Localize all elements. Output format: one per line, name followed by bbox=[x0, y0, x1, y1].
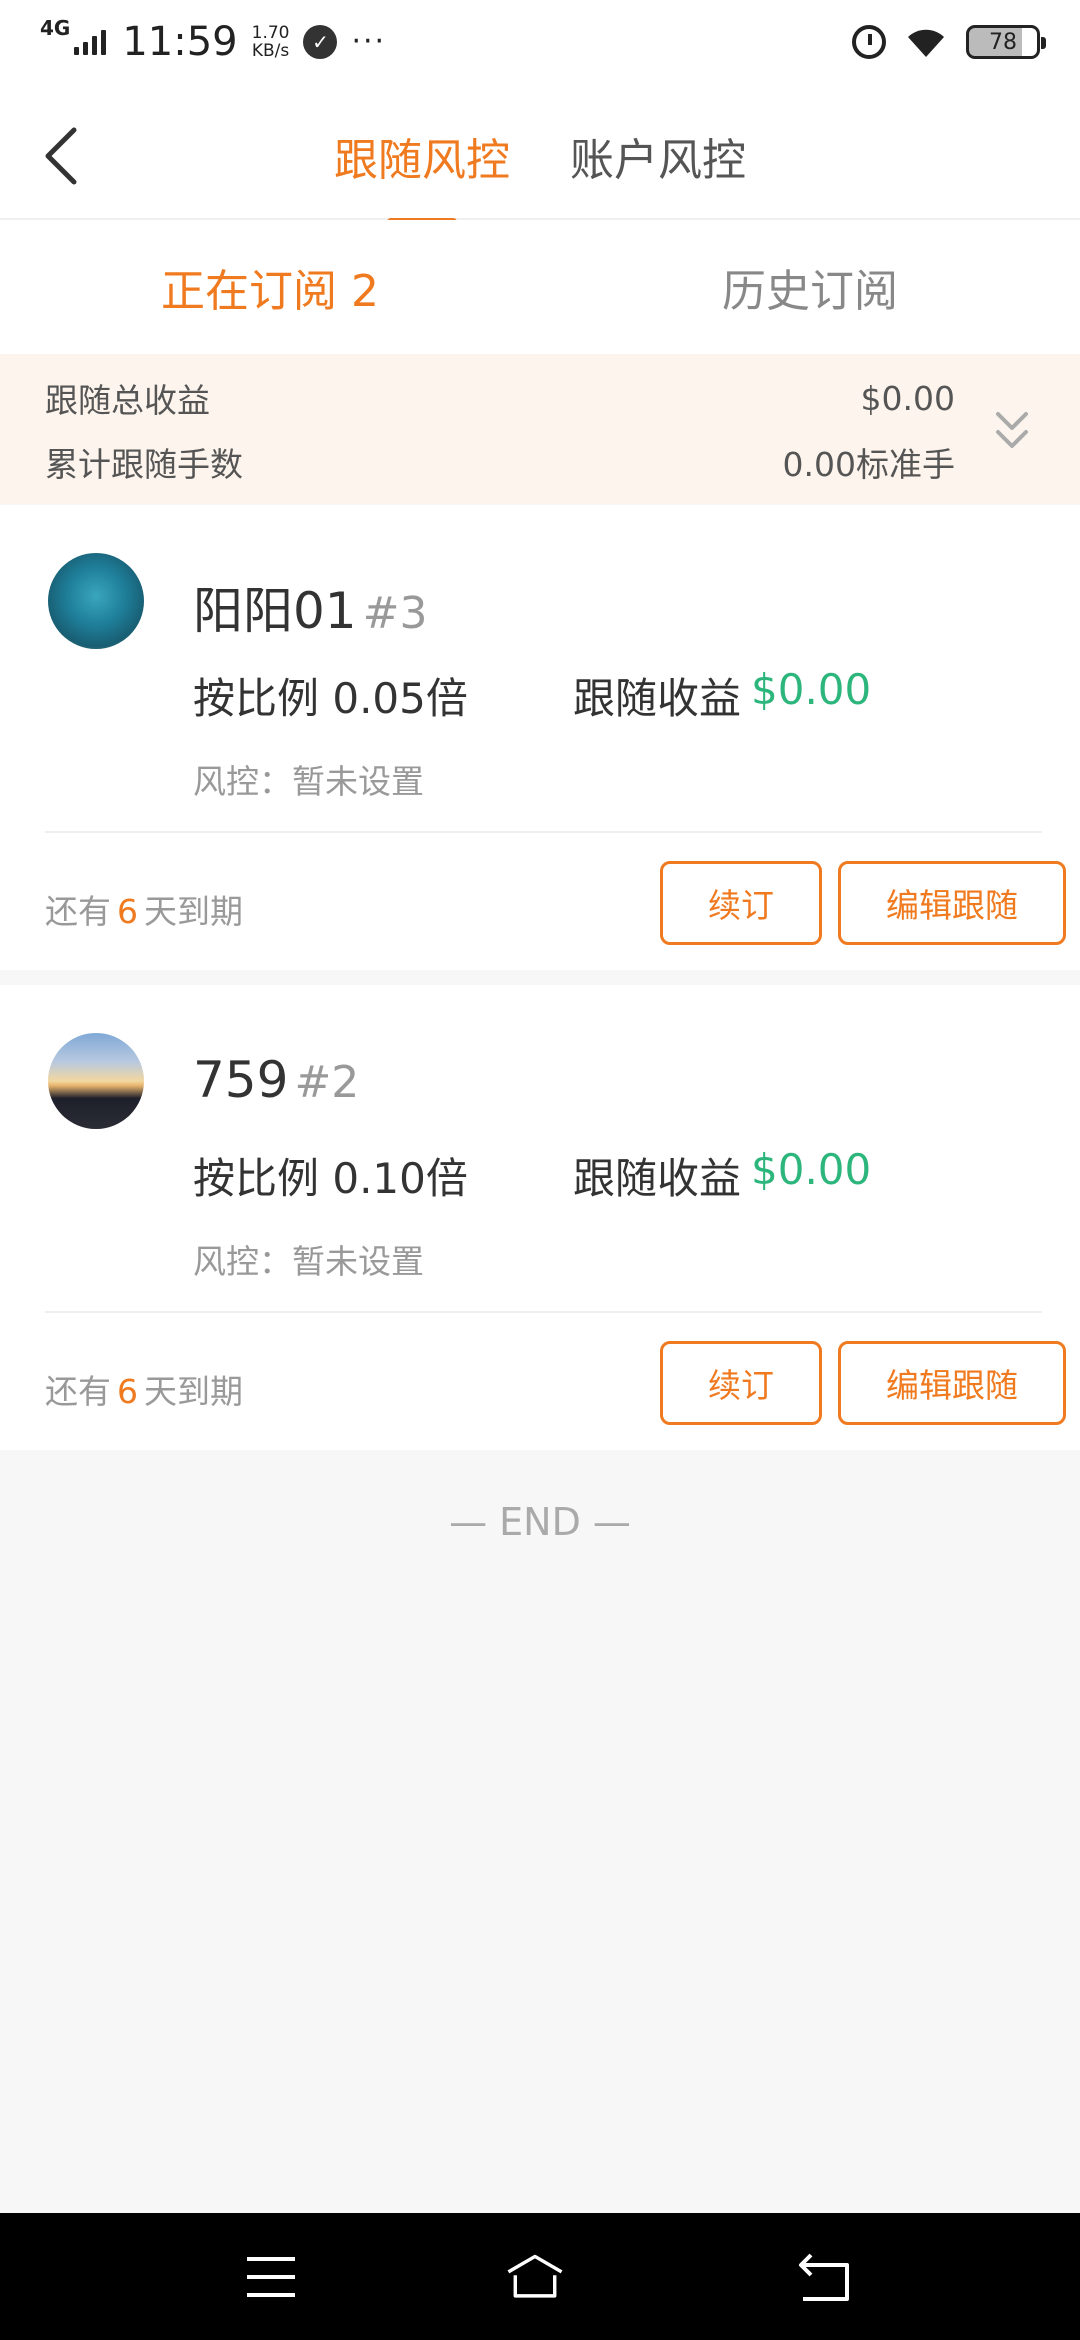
expiry-notice: 还有 6 天到期 bbox=[45, 885, 243, 933]
expiry-prefix: 还有 bbox=[45, 892, 111, 931]
renew-button[interactable]: 续订 bbox=[660, 1341, 822, 1425]
follow-settings-line: 按比例 0.05倍 跟随收益 $0.00 bbox=[193, 665, 871, 726]
risk-control-status: 风控：暂未设置 bbox=[193, 1242, 424, 1281]
trader-rank: #3 bbox=[362, 588, 428, 639]
avatar[interactable] bbox=[48, 553, 144, 649]
tab-current-subscriptions[interactable]: 正在订阅 2 bbox=[0, 220, 540, 354]
list-end-marker: — END — bbox=[449, 1500, 631, 1544]
risk-control-status: 风控：暂未设置 bbox=[193, 762, 424, 801]
battery-icon: 78 bbox=[966, 25, 1046, 59]
follow-ratio: 按比例 0.10倍 bbox=[193, 1154, 468, 1203]
speed-unit: KB/s bbox=[251, 41, 290, 61]
expiry-prefix: 还有 bbox=[45, 1372, 111, 1411]
tab-account-risk[interactable]: 账户风控 bbox=[570, 124, 746, 206]
tab-follow-risk[interactable]: 跟随风控 bbox=[334, 124, 510, 226]
back-icon[interactable] bbox=[795, 2249, 855, 2305]
follow-profit-value: $0.00 bbox=[751, 665, 872, 714]
tab-account-risk-label: 账户风控 bbox=[570, 135, 746, 186]
speed-value: 1.70 bbox=[251, 23, 290, 43]
double-chevron-down-icon[interactable] bbox=[992, 406, 1032, 456]
expiry-days: 6 bbox=[117, 892, 138, 931]
home-icon[interactable] bbox=[505, 2249, 565, 2305]
follow-settings-line: 按比例 0.10倍 跟随收益 $0.00 bbox=[193, 1145, 871, 1206]
follow-profit-label: 跟随收益 bbox=[573, 1154, 742, 1203]
network-type: 4G bbox=[40, 16, 71, 40]
subscription-card: 阳阳01 #3 按比例 0.05倍 跟随收益 $0.00 风控：暂未设置 还有 6 天… bbox=[0, 505, 1080, 970]
network-speed: 1.70 KB/s bbox=[252, 24, 290, 60]
divider bbox=[45, 1311, 1042, 1313]
trader-name-line: 阳阳01 #3 bbox=[193, 571, 428, 643]
status-bar: 4G 11:59 1.70 KB/s ✓ ··· 78 bbox=[0, 0, 1080, 84]
total-profit-value: $0.00 bbox=[860, 378, 955, 418]
header-tabs: 跟随风控 账户风控 bbox=[0, 124, 1080, 226]
subscription-card: 759 #2 按比例 0.10倍 跟随收益 $0.00 风控：暂未设置 还有 6 天到… bbox=[0, 985, 1080, 1450]
app-header: 跟随风控 账户风控 bbox=[0, 84, 1080, 226]
total-lots-label: 累计跟随手数 bbox=[45, 445, 243, 484]
edit-follow-button[interactable]: 编辑跟随 bbox=[838, 861, 1066, 945]
trader-rank: #2 bbox=[294, 1057, 360, 1108]
tab-history-subscriptions[interactable]: 历史订阅 bbox=[540, 220, 1080, 354]
status-time: 11:59 bbox=[122, 19, 238, 65]
follow-ratio: 按比例 0.05倍 bbox=[193, 674, 468, 723]
trader-name: 阳阳01 bbox=[193, 582, 357, 640]
total-profit-label: 跟随总收益 bbox=[45, 381, 210, 420]
more-notifications-icon: ··· bbox=[351, 24, 387, 59]
menu-icon[interactable] bbox=[241, 2249, 301, 2305]
subscription-tabs: 正在订阅 2 历史订阅 bbox=[0, 220, 1080, 354]
divider bbox=[45, 831, 1042, 833]
expiry-suffix: 天到期 bbox=[144, 892, 243, 931]
signal-icon bbox=[74, 29, 107, 55]
expiry-suffix: 天到期 bbox=[144, 1372, 243, 1411]
expiry-notice: 还有 6 天到期 bbox=[45, 1365, 243, 1413]
total-lots-row: 累计跟随手数 0.00标准手 bbox=[45, 430, 955, 494]
app-notification-icon: ✓ bbox=[303, 25, 338, 59]
follow-profit-value: $0.00 bbox=[751, 1145, 872, 1194]
trader-name: 759 bbox=[193, 1051, 289, 1109]
follow-summary: 跟随总收益 $0.00 累计跟随手数 0.00标准手 bbox=[0, 354, 1080, 504]
expiry-days: 6 bbox=[117, 1372, 138, 1411]
total-lots-value: 0.00标准手 bbox=[782, 445, 955, 484]
system-nav-bar bbox=[0, 2213, 1080, 2340]
avatar[interactable] bbox=[48, 1033, 144, 1129]
tab-follow-risk-label: 跟随风控 bbox=[334, 135, 510, 186]
trader-name-line: 759 #2 bbox=[193, 1051, 359, 1109]
alarm-icon bbox=[852, 25, 886, 59]
follow-profit-label: 跟随收益 bbox=[573, 674, 742, 723]
wifi-icon bbox=[908, 29, 944, 57]
total-profit-row: 跟随总收益 $0.00 bbox=[45, 366, 955, 430]
renew-button[interactable]: 续订 bbox=[660, 861, 822, 945]
edit-follow-button[interactable]: 编辑跟随 bbox=[838, 1341, 1066, 1425]
